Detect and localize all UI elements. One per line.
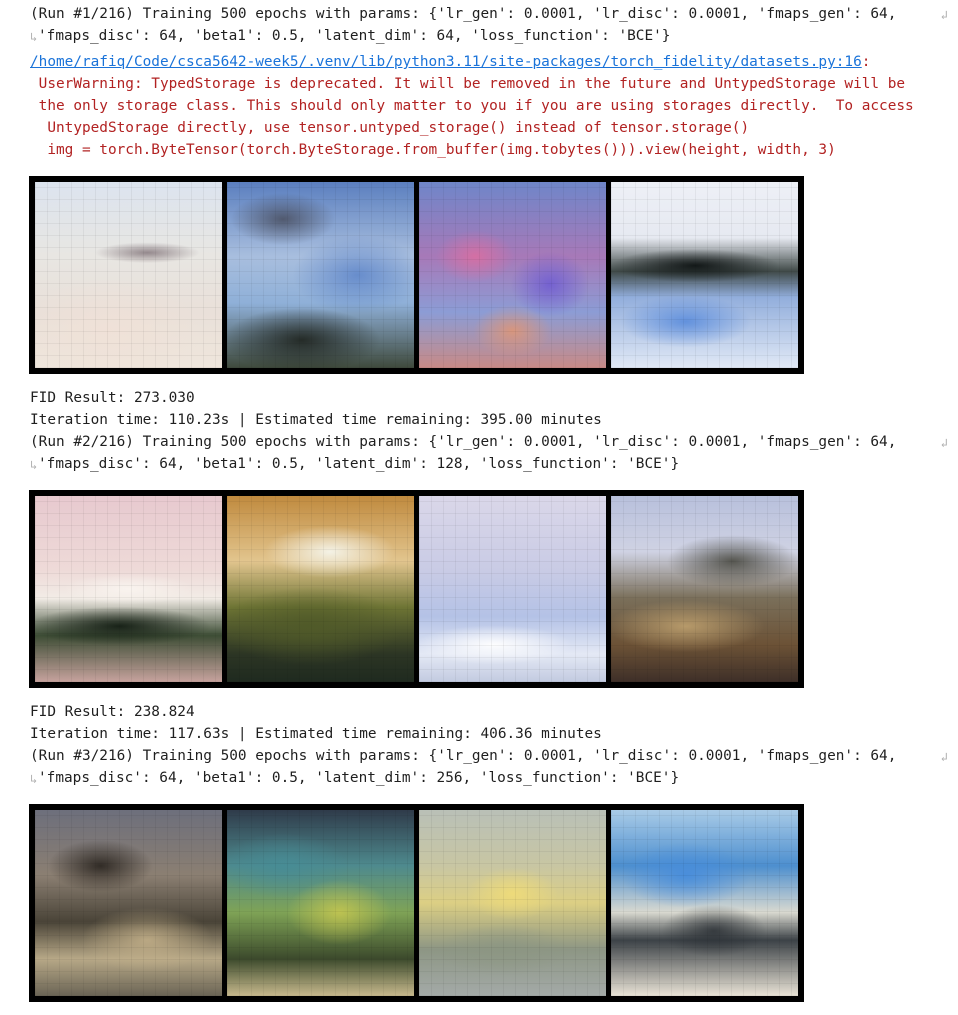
generated-image [35,810,222,996]
generated-image [227,810,414,996]
generated-image-grid [29,804,804,1002]
line-continue-icon: ↳ [30,30,38,44]
generated-image [611,810,798,996]
generated-image [227,496,414,682]
generated-image [35,182,222,368]
line-wrap-icon: ↲ [940,436,948,450]
generated-image [419,496,606,682]
warning-text-line: the only storage class. This should only… [30,98,914,114]
line-continue-icon: ↳ [30,772,38,786]
generated-image-grid [29,176,804,374]
fid-result: FID Result: 273.030 [30,390,195,406]
warning-file-link[interactable]: /home/rafiq/Code/csca5642-week5/.venv/li… [30,54,862,70]
generated-image [419,810,606,996]
generated-image [419,182,606,368]
warning-text-line: UserWarning: TypedStorage is deprecated.… [30,76,906,92]
warning-text-line: img = torch.ByteTensor(torch.ByteStorage… [30,142,836,158]
warning-text-line: UntypedStorage directly, use tensor.unty… [30,120,750,136]
run-header-line: 'fmaps_disc': 64, 'beta1': 0.5, 'latent_… [38,456,680,472]
generated-image [35,496,222,682]
warning-path-line: /home/rafiq/Code/csca5642-week5/.venv/li… [30,54,871,70]
generated-image [227,182,414,368]
run-header-line: (Run #3/216) Training 500 epochs with pa… [30,748,897,764]
run-header-line: 'fmaps_disc': 64, 'beta1': 0.5, 'latent_… [38,28,671,44]
generated-image [611,182,798,368]
fid-result: FID Result: 238.824 [30,704,195,720]
run-header-line: (Run #1/216) Training 500 epochs with pa… [30,6,897,22]
line-wrap-icon: ↲ [940,8,948,22]
line-continue-icon: ↳ [30,458,38,472]
iteration-time: Iteration time: 117.63s | Estimated time… [30,726,602,742]
run-header-line: (Run #2/216) Training 500 epochs with pa… [30,434,897,450]
generated-image [611,496,798,682]
generated-image-grid [29,490,804,688]
iteration-time: Iteration time: 110.23s | Estimated time… [30,412,602,428]
line-wrap-icon: ↲ [940,750,948,764]
run-header-line: 'fmaps_disc': 64, 'beta1': 0.5, 'latent_… [38,770,680,786]
